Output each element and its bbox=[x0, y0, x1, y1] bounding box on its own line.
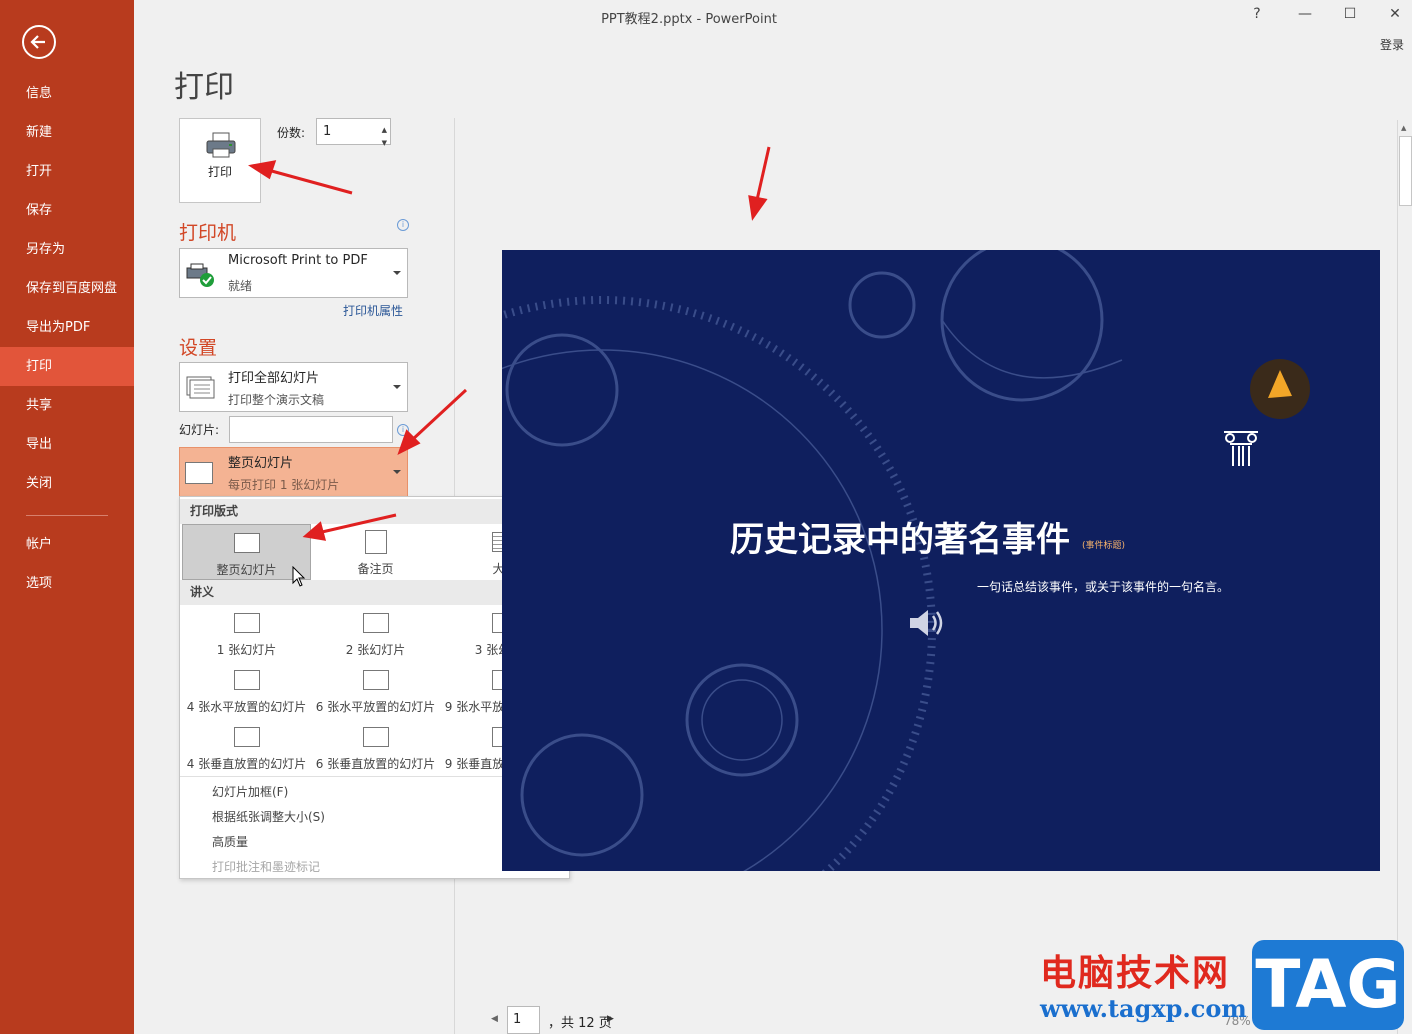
print-range-dropdown[interactable]: 打印全部幻灯片 打印整个演示文稿 bbox=[179, 362, 408, 412]
frame-slides-command[interactable]: 幻灯片加框(F) bbox=[212, 783, 288, 800]
printer-ready-icon bbox=[186, 263, 214, 287]
layout-option-label: 6 张垂直放置的幻灯片 bbox=[315, 757, 436, 771]
handout-icon bbox=[362, 613, 389, 633]
layout-option-label: 6 张水平放置的幻灯片 bbox=[315, 700, 436, 714]
stepper-down-icon[interactable]: ▼ bbox=[382, 131, 387, 156]
layout-subtitle: 每页打印 1 张幻灯片 bbox=[228, 478, 340, 492]
handout-6-horizontal[interactable]: 6 张水平放置的幻灯片 bbox=[311, 662, 440, 718]
info-icon[interactable]: i bbox=[397, 424, 409, 436]
nav-share[interactable]: 共享 bbox=[0, 386, 134, 425]
notes-page-icon bbox=[364, 530, 387, 554]
print-comments-command: 打印批注和墨迹标记 bbox=[212, 860, 321, 874]
watermark-url: www.tagxp.com bbox=[1040, 994, 1247, 1023]
handout-icon bbox=[362, 727, 389, 747]
scrollbar-thumb[interactable] bbox=[1399, 136, 1412, 206]
nav-info[interactable]: 信息 bbox=[0, 74, 134, 113]
speaker-audio-icon bbox=[910, 610, 943, 636]
slides-label: 幻灯片: bbox=[179, 423, 220, 437]
nav-close[interactable]: 关闭 bbox=[0, 464, 134, 503]
close-button[interactable]: ✕ bbox=[1380, 6, 1410, 26]
all-slides-icon bbox=[186, 376, 215, 399]
backstage-sidebar: 信息 新建 打开 保存 另存为 保存到百度网盘 导出为PDF 打印 共享 导出 … bbox=[0, 0, 134, 1034]
handout-icon bbox=[233, 727, 260, 747]
scale-to-fit-command[interactable]: 根据纸张调整大小(S) bbox=[212, 808, 325, 825]
prev-page-icon[interactable]: ◀ bbox=[491, 1014, 498, 1024]
nav-divider bbox=[26, 515, 108, 516]
printer-icon bbox=[206, 132, 236, 158]
page-total: ，共 12 页 bbox=[548, 1016, 612, 1031]
page-number-input[interactable]: 1 bbox=[507, 1006, 540, 1034]
copies-stepper[interactable]: 1 ▲ ▼ bbox=[316, 118, 391, 147]
copies-value: 1 bbox=[323, 124, 332, 139]
minimize-button[interactable]: — bbox=[1290, 6, 1320, 26]
slide-subtitle: 一句话总结该事件，或关于该事件的一句名言。 bbox=[977, 580, 1230, 594]
maximize-button[interactable]: ☐ bbox=[1335, 6, 1365, 26]
nav-export[interactable]: 导出 bbox=[0, 425, 134, 464]
chevron-down-icon bbox=[393, 271, 401, 275]
chevron-down-icon bbox=[393, 385, 401, 389]
layout-option-label: 4 张垂直放置的幻灯片 bbox=[186, 757, 307, 771]
printer-status: 就绪 bbox=[228, 279, 253, 293]
nav-open[interactable]: 打开 bbox=[0, 152, 134, 191]
layout-option-label: 2 张幻灯片 bbox=[345, 643, 406, 657]
layout-option-label: 整页幻灯片 bbox=[216, 563, 277, 577]
page-title: 打印 bbox=[174, 70, 234, 105]
printer-dropdown[interactable]: Microsoft Print to PDF 就绪 bbox=[179, 248, 408, 298]
nav-export-pdf[interactable]: 导出为PDF bbox=[0, 308, 134, 347]
nav-save[interactable]: 保存 bbox=[0, 191, 134, 230]
print-range-subtitle: 打印整个演示文稿 bbox=[228, 393, 325, 407]
printer-name: Microsoft Print to PDF bbox=[228, 253, 368, 268]
slide-title: 历史记录中的著名事件 bbox=[730, 520, 1070, 560]
chevron-down-icon bbox=[393, 470, 401, 474]
settings-section-title: 设置 bbox=[179, 337, 218, 359]
nav-options[interactable]: 选项 bbox=[0, 564, 134, 603]
print-range-title: 打印全部幻灯片 bbox=[228, 371, 320, 386]
layout-option-label: 1 张幻灯片 bbox=[216, 643, 277, 657]
preview-scrollbar[interactable] bbox=[1397, 120, 1412, 1034]
print-button[interactable]: 打印 bbox=[179, 118, 261, 203]
scroll-up-icon[interactable]: ▲ bbox=[1401, 124, 1406, 132]
nav-new[interactable]: 新建 bbox=[0, 113, 134, 152]
mouse-cursor-icon bbox=[292, 566, 306, 587]
nav-account[interactable]: 帐户 bbox=[0, 525, 134, 564]
layout-dropdown[interactable]: 整页幻灯片 每页打印 1 张幻灯片 bbox=[179, 447, 408, 497]
full-page-icon bbox=[233, 533, 260, 553]
help-button[interactable]: ? bbox=[1242, 6, 1272, 26]
high-quality-command[interactable]: 高质量 bbox=[212, 833, 248, 850]
next-page-icon[interactable]: ▶ bbox=[607, 1014, 614, 1024]
handout-icon bbox=[233, 613, 260, 633]
layout-option-label: 4 张水平放置的幻灯片 bbox=[186, 700, 307, 714]
slide-title-tag: (事件标题) bbox=[1082, 541, 1126, 551]
nav-save-to-baidu[interactable]: 保存到百度网盘 bbox=[0, 269, 134, 308]
handout-6-vertical[interactable]: 6 张垂直放置的幻灯片 bbox=[311, 719, 440, 775]
signin-link[interactable]: 登录 bbox=[1380, 36, 1404, 53]
print-button-label: 打印 bbox=[207, 165, 232, 179]
layout-notes-page[interactable]: 备注页 bbox=[311, 524, 440, 580]
back-arrow-icon[interactable] bbox=[22, 25, 56, 59]
column-pillar-icon bbox=[1224, 431, 1258, 466]
watermark-tag-logo: TAG bbox=[1252, 940, 1404, 1030]
leaf-globe-icon bbox=[1250, 359, 1310, 419]
slide-preview: 历史记录中的著名事件 (事件标题) 一句话总结该事件，或关于该事件的一句名言。 bbox=[502, 250, 1380, 871]
layout-title: 整页幻灯片 bbox=[228, 456, 294, 471]
layout-option-label: 备注页 bbox=[357, 562, 394, 576]
watermark-title: 电脑技术网 bbox=[1040, 953, 1231, 994]
handout-4-vertical[interactable]: 4 张垂直放置的幻灯片 bbox=[182, 719, 311, 775]
full-page-slide-icon bbox=[185, 462, 213, 484]
printer-properties-link[interactable]: 打印机属性 bbox=[343, 302, 403, 319]
copies-label: 份数: bbox=[277, 126, 306, 140]
info-icon[interactable]: i bbox=[397, 219, 409, 231]
nav-print[interactable]: 打印 bbox=[0, 347, 134, 386]
handout-1[interactable]: 1 张幻灯片 bbox=[182, 605, 311, 661]
printer-section-title: 打印机 bbox=[179, 222, 237, 244]
handout-4-horizontal[interactable]: 4 张水平放置的幻灯片 bbox=[182, 662, 311, 718]
handout-2[interactable]: 2 张幻灯片 bbox=[311, 605, 440, 661]
slides-input[interactable] bbox=[229, 416, 393, 443]
handout-icon bbox=[362, 670, 389, 690]
window-title: PPT教程2.pptx - PowerPoint bbox=[601, 12, 777, 27]
handout-icon bbox=[233, 670, 260, 690]
nav-save-as[interactable]: 另存为 bbox=[0, 230, 134, 269]
